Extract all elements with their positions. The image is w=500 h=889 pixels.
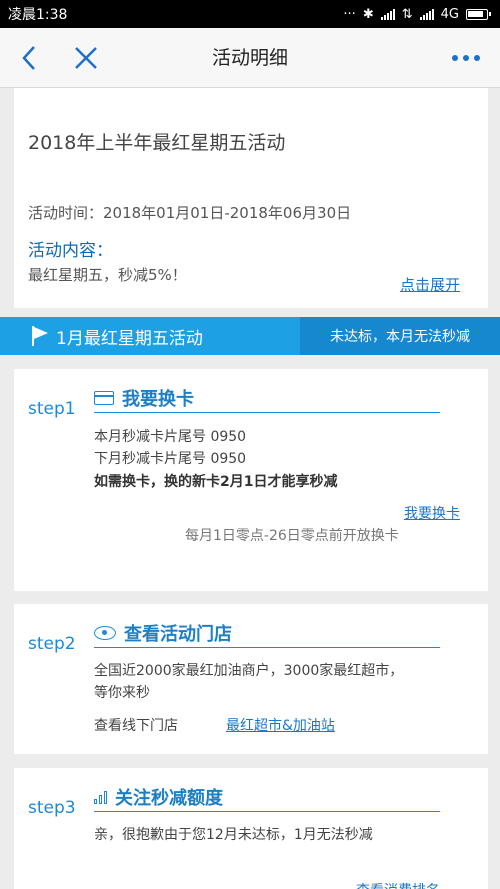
dots-icon: ··· [343,6,356,22]
close-icon [75,47,97,69]
wifi-icon: ⇅ [401,6,413,22]
activity-info-card: 2018年上半年最红星期五活动 活动时间：2018年01月01日-2018年06… [14,88,488,308]
current-card-tail: 本月秒减卡片尾号 0950 [94,429,247,445]
quota-status-text: 亲，很抱歉由于您12月未达标，1月无法秒减 [94,827,373,843]
change-card-link[interactable]: 我要换卡 [404,503,460,523]
step3-card: step3 关注秒减额度 亲，很抱歉由于您12月未达标，1月无法秒减 查看消费排… [14,768,488,889]
step3-label: step3 [28,798,76,818]
step1-title: 我要换卡 [122,388,194,410]
step1-label: step1 [28,399,76,419]
status-icons: ··· ✱ ⇅ 4G [343,6,491,22]
network-type: 4G [440,6,459,22]
back-button[interactable] [14,42,44,74]
step2-card: step2 查看活动门店 全国近2000家最红加油商户，3000家最红超市， 等… [14,604,488,754]
signal-icon-2 [419,8,434,20]
step2-header: 查看活动门店 [94,618,440,648]
battery-icon [466,8,491,20]
spending-rank-link[interactable]: 查看消费排名 [356,880,440,889]
month-status-badge: 未达标，本月无法秒减 [300,317,500,355]
offline-store-label: 查看线下门店 [94,718,178,734]
signal-icon [380,8,395,20]
step2-label: step2 [28,634,76,654]
month-banner-title-wrap: 1月最红星期五活动 [0,317,300,355]
stores-link[interactable]: 最红超市&加油站 [226,715,335,735]
next-card-tail: 下月秒减卡片尾号 0950 [94,451,247,467]
step1-header: 我要换卡 [94,383,440,413]
change-card-window-note: 每月1日零点-26日零点前开放换卡 [185,528,399,544]
more-dots-icon [452,55,458,61]
month-banner: 1月最红星期五活动 未达标，本月无法秒减 [0,317,500,355]
step3-title: 关注秒减额度 [115,787,223,809]
bluetooth-icon: ✱ [362,6,374,22]
chevron-left-icon [22,46,35,70]
bar-chart-icon [94,790,107,804]
activity-time: 活动时间：2018年01月01日-2018年06月30日 [28,204,352,222]
step1-card: step1 我要换卡 本月秒减卡片尾号 0950 下月秒减卡片尾号 0950 如… [14,369,488,591]
more-button[interactable] [446,46,486,70]
nav-bar: 活动明细 [0,28,500,88]
close-button[interactable] [70,42,102,74]
status-time: 凌晨1:38 [8,7,68,23]
activity-content-label: 活动内容： [28,241,113,261]
flag-icon [30,325,50,347]
month-banner-title: 1月最红星期五活动 [56,328,203,349]
card-icon [94,390,114,405]
store-info-line2: 等你来秒 [94,685,150,701]
step2-title: 查看活动门店 [124,623,232,645]
activity-content-text: 最红星期五，秒减5%！ [28,266,187,284]
eye-icon [94,625,116,640]
status-bar: 凌晨1:38 ··· ✱ ⇅ 4G [0,0,500,28]
store-info-line1: 全国近2000家最红加油商户，3000家最红超市， [94,663,404,679]
step3-header: 关注秒减额度 [94,782,440,812]
activity-title: 2018年上半年最红星期五活动 [28,132,286,154]
expand-link[interactable]: 点击展开 [400,274,460,295]
change-card-notice: 如需换卡，换的新卡2月1日才能享秒减 [94,474,338,490]
